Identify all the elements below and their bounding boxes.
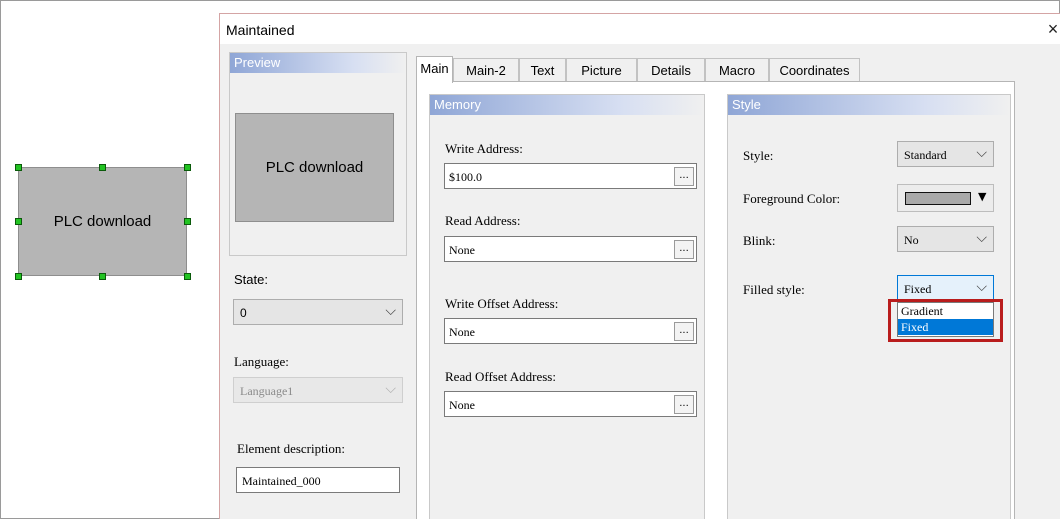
dialog-title: Maintained [226,22,295,38]
write-offset-address-value: None [449,325,475,339]
annotation-highlight-box [888,299,1003,342]
preview-group: Preview PLC download [229,52,407,256]
state-select[interactable]: 0 ⌵ [233,299,403,325]
chevron-down-icon: ⌵ [385,303,396,319]
canvas-plc-download-element[interactable]: PLC download [18,167,187,276]
read-offset-browse-button[interactable]: ... [674,395,694,414]
write-address-browse-button[interactable]: ... [674,167,694,186]
read-offset-address-value: None [449,398,475,412]
style-value: Standard [904,148,947,162]
dialog-titlebar[interactable]: Maintained × [220,14,1060,44]
style-select[interactable]: Standard ⌵ [897,141,994,167]
tab-picture[interactable]: Picture [566,58,637,82]
write-address-label: Write Address: [445,141,523,156]
language-value: Language1 [240,384,294,398]
tab-main[interactable]: Main [416,56,453,83]
chevron-down-icon: ⌵ [385,381,396,397]
selection-handle-mr[interactable] [184,218,191,225]
selection-handle-tm[interactable] [99,164,106,171]
selection-handle-bl[interactable] [15,273,22,280]
chevron-down-icon: ⌵ [976,230,987,246]
canvas-element-label: PLC download [53,213,152,230]
preview-header: Preview [230,53,406,73]
read-offset-address-field[interactable]: None ... [444,391,697,417]
write-address-value: $100.0 [449,170,482,184]
filled-style-select[interactable]: Fixed ⌵ [897,275,994,301]
tab-macro[interactable]: Macro [705,58,769,82]
filled-style-label: Filled style: [743,282,805,297]
language-label: Language: [234,354,289,369]
write-address-field[interactable]: $100.0 ... [444,163,697,189]
chevron-down-icon: ⌵ [976,279,987,295]
write-offset-address-field[interactable]: None ... [444,318,697,344]
selection-handle-ml[interactable] [15,218,22,225]
read-offset-address-label: Read Offset Address: [445,369,556,384]
write-offset-address-label: Write Offset Address: [445,296,559,311]
read-address-field[interactable]: None ... [444,236,697,262]
filled-style-value: Fixed [904,282,932,296]
selection-handle-tl[interactable] [15,164,22,171]
read-address-value: None [449,243,475,257]
preview-plc-download-button: PLC download [235,113,394,222]
style-label: Style: [743,148,774,163]
blink-label: Blink: [743,233,776,248]
read-address-browse-button[interactable]: ... [674,240,694,259]
state-value: 0 [240,306,247,320]
tab-coordinates[interactable]: Coordinates [769,58,860,82]
foreground-color-swatch [905,192,971,205]
selection-handle-br[interactable] [184,273,191,280]
element-description-input[interactable]: Maintained_000 [236,467,400,493]
tab-details[interactable]: Details [637,58,705,82]
maintained-dialog: Maintained × Preview PLC download State:… [219,13,1060,519]
blink-select[interactable]: No ⌵ [897,226,994,252]
language-select: Language1 ⌵ [233,377,403,403]
foreground-color-label: Foreground Color: [743,191,841,206]
selection-handle-tr[interactable] [184,164,191,171]
style-header: Style [728,95,1010,115]
foreground-color-picker[interactable]: ▼ [897,184,994,212]
tab-main-2[interactable]: Main-2 [453,58,519,82]
close-icon[interactable]: × [1042,19,1060,41]
selection-handle-bm[interactable] [99,273,106,280]
state-label: State: [234,272,268,287]
element-description-value: Maintained_000 [242,474,321,488]
tab-text[interactable]: Text [519,58,566,82]
preview-button-label: PLC download [265,159,364,176]
blink-value: No [904,233,919,247]
write-offset-browse-button[interactable]: ... [674,322,694,341]
memory-header: Memory [430,95,704,115]
dropdown-arrow-icon: ▼ [978,190,987,203]
element-description-label: Element description: [237,441,345,456]
read-address-label: Read Address: [445,213,521,228]
chevron-down-icon: ⌵ [976,145,987,161]
